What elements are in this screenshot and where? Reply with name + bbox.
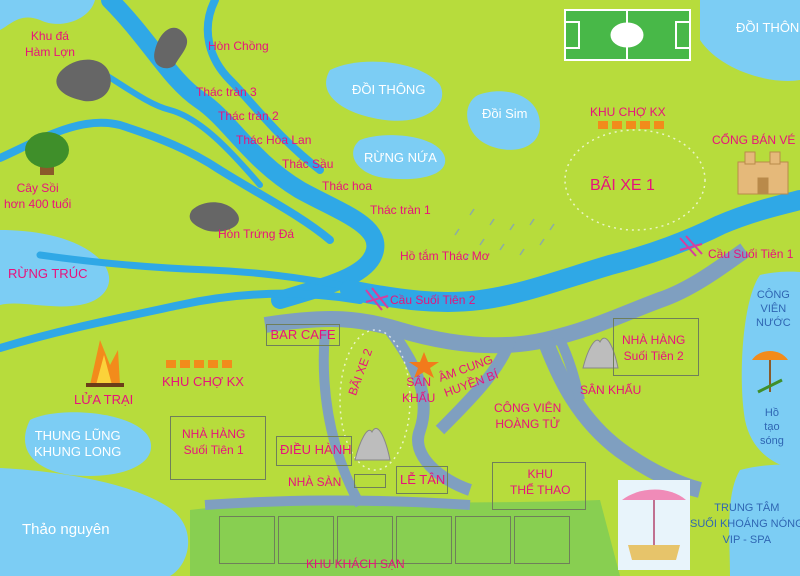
hotel-room-1 bbox=[219, 516, 275, 564]
hotel-room-5 bbox=[455, 516, 511, 564]
label-cau-suoi-tien-2: Cầu Suối Tiên 2 bbox=[390, 293, 476, 307]
label-thao-nguyen: Thảo nguyên bbox=[22, 521, 110, 538]
bar-cafe-box: BAR CAFE bbox=[266, 324, 340, 346]
label-rung-nua: RỪNG NỨA bbox=[364, 150, 437, 165]
label-khu-the-thao: KHU THỂ THAO bbox=[510, 467, 571, 497]
spa-icon bbox=[618, 480, 690, 570]
label-cong-vien-nuoc: CÔNG VIÊN NƯỚC bbox=[756, 289, 791, 329]
label-khu-da-ham-lon: Khu đá Hàm Lợn bbox=[25, 29, 75, 59]
label-thac-sau: Thác Sầu bbox=[282, 157, 334, 171]
label-ho-tao-song: Hồ tạo sóng bbox=[760, 407, 784, 447]
label-doi-sim: Đồi Sim bbox=[482, 106, 528, 121]
label-cong-ban-ve: CỔNG BÁN VÉ bbox=[712, 133, 796, 147]
label-rung-truc: RỪNG TRÚC bbox=[8, 266, 88, 281]
lake-top-right bbox=[700, 0, 800, 81]
castle-icon bbox=[737, 151, 789, 195]
label-nha-san: NHÀ SÀN bbox=[288, 475, 342, 489]
label-doi-thong-right: ĐỒI THÔNG bbox=[736, 20, 800, 35]
label-thac-tran-1: Thác tràn 1 bbox=[370, 203, 431, 217]
label-san-khau-right: SÂN KHẤU bbox=[580, 383, 642, 397]
label-hon-chong: Hòn Chồng bbox=[208, 39, 269, 53]
rock-icon bbox=[154, 27, 188, 69]
label-cong-vien-hoang-tu: CÔNG VIÊN HOÀNG TỬ bbox=[494, 401, 562, 431]
label-san-khau-left: SÂN KHẤU bbox=[402, 375, 436, 405]
road-bottom bbox=[204, 495, 471, 510]
label-bai-xe-1: BÃI XE 1 bbox=[590, 177, 655, 194]
label-cau-suoi-tien-1: Cầu Suối Tiên 1 bbox=[708, 247, 794, 261]
tree-icon bbox=[25, 132, 69, 175]
rock-icon bbox=[56, 59, 111, 102]
label-doi-thong: ĐỒI THÔNG bbox=[352, 82, 426, 97]
bar-cafe-label: BAR CAFE bbox=[270, 327, 336, 342]
label-ho-tam-thac-mo: Hồ tắm Thác Mơ bbox=[400, 249, 490, 263]
campfire-icon bbox=[86, 340, 124, 387]
label-le-tan: LỄ TÂN bbox=[400, 472, 446, 487]
soccer-field-icon bbox=[564, 9, 691, 61]
label-dieu-hanh: ĐIỀU HÀNH bbox=[280, 442, 352, 457]
label-thac-tran-3: Thác tràn 3 bbox=[196, 85, 257, 99]
park-map: BAR CAFE Khu đá Hàm Lợn Hòn Chồng Thác t… bbox=[0, 0, 800, 576]
label-trung-tam: TRUNG TÂM SUỐI KHOÁNG NÓNG VIP - SPA bbox=[690, 502, 800, 546]
lake-top-left bbox=[0, 0, 95, 30]
label-thac-tran-2: Thác tràn 2 bbox=[218, 109, 279, 123]
label-thung-lung-khung-long: THUNG LŨNG KHUNG LONG bbox=[34, 428, 122, 459]
label-khu-cho-kx-left: KHU CHỢ KX bbox=[162, 374, 244, 389]
label-nha-hang-suoi-tien-1: NHÀ HÀNG Suối Tiên 1 bbox=[182, 427, 246, 457]
label-cay-soi: Cây Sồi hơn 400 tuổi bbox=[4, 181, 72, 211]
label-khu-khach-san: KHU KHÁCH SẠN bbox=[306, 557, 405, 571]
label-khu-cho-kx-top: KHU CHỢ KX bbox=[590, 105, 666, 119]
label-hon-trung-da: Hòn Trứng Đá bbox=[218, 227, 295, 241]
hotel-room-6 bbox=[514, 516, 570, 564]
label-lua-trai: LỬA TRẠI bbox=[74, 392, 134, 407]
label-thac-hoa-lan: Thác Hòa Lan bbox=[236, 133, 312, 147]
label-nha-hang-suoi-tien-2: NHÀ HÀNG Suối Tiên 2 bbox=[622, 333, 686, 363]
nha-san-box bbox=[354, 474, 386, 488]
label-thac-hoa: Thác hoa bbox=[322, 179, 373, 193]
